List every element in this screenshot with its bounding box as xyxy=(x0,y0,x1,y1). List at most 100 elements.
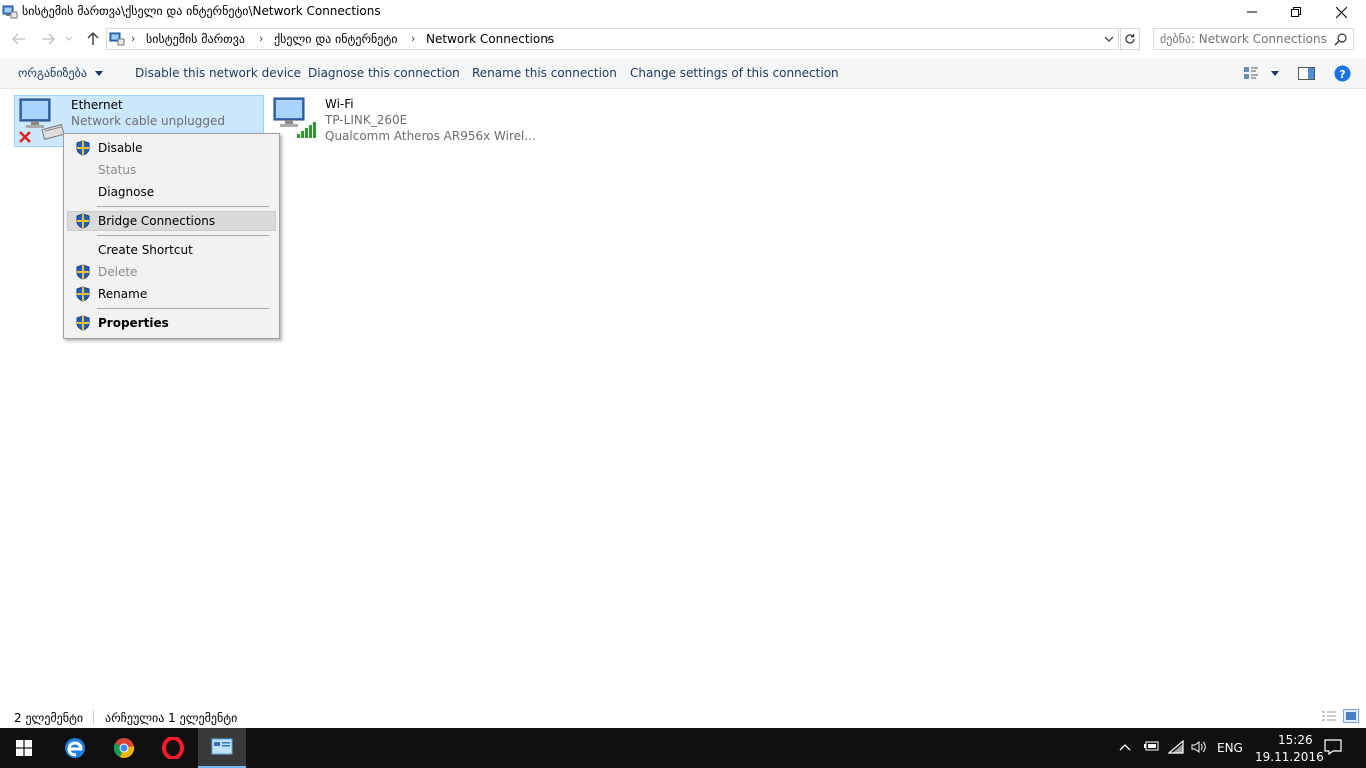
wifi-connection-item[interactable]: Wi-Fi TP-LINK_260E Qualcomm Atheros AR95… xyxy=(268,95,536,147)
uac-shield-icon xyxy=(76,140,90,156)
menu-item-label: Diagnose xyxy=(98,185,155,199)
network-connections-app-icon xyxy=(2,5,18,19)
minimize-button[interactable] xyxy=(1229,0,1275,24)
breadcrumb-separator[interactable]: › xyxy=(411,32,415,45)
close-button[interactable] xyxy=(1318,0,1364,24)
organize-button[interactable]: ორგანიზება xyxy=(18,66,103,80)
arrow-up-icon xyxy=(87,32,99,45)
clock-date[interactable]: 19.11.2016 xyxy=(1255,750,1324,764)
selected-count: არჩეულია 1 ელემენტი xyxy=(105,711,238,725)
help-button[interactable]: ? xyxy=(1334,64,1351,82)
menu-item-label: Create Shortcut xyxy=(98,243,193,257)
speaker-icon xyxy=(1191,741,1206,753)
tray-battery[interactable] xyxy=(1143,740,1159,755)
recent-locations-button[interactable] xyxy=(62,29,76,49)
menu-item-diagnose[interactable]: Diagnose xyxy=(67,182,276,202)
connection-status: Network cable unplugged xyxy=(71,114,226,128)
taskbar-opera[interactable] xyxy=(149,728,197,768)
signal-strength-icon xyxy=(297,122,316,138)
battery-icon xyxy=(1144,741,1159,751)
menu-item-status[interactable]: Status xyxy=(67,160,276,180)
input-language[interactable]: ENG xyxy=(1217,741,1243,755)
menu-separator xyxy=(97,206,269,207)
title-bar: სისტემის მართვა\ქსელი და ინტერნეტი\Netwo… xyxy=(0,0,1366,24)
connection-adapter: Qualcomm Atheros AR956x Wirel... xyxy=(325,129,536,143)
menu-item-label: Delete xyxy=(98,265,138,279)
breadcrumb-separator[interactable]: › xyxy=(259,32,263,45)
connection-network: TP-LINK_260E xyxy=(325,113,408,127)
menu-item-label: Disable xyxy=(98,141,143,155)
disconnected-x-icon xyxy=(19,131,31,143)
connection-name: Wi-Fi xyxy=(325,97,354,111)
restore-icon xyxy=(1291,7,1301,17)
control-panel-app-icon xyxy=(211,738,233,755)
menu-item-label: Bridge Connections xyxy=(98,214,216,228)
menu-separator xyxy=(97,308,269,309)
disable-device-button[interactable]: Disable this network device xyxy=(135,66,301,80)
window-title: სისტემის მართვა\ქსელი და ინტერნეტი\Netwo… xyxy=(22,4,381,18)
tray-network[interactable] xyxy=(1167,739,1184,757)
chrome-browser-icon xyxy=(113,738,135,758)
action-center-button[interactable] xyxy=(1324,739,1342,758)
search-icon[interactable] xyxy=(1334,32,1348,46)
back-button[interactable] xyxy=(9,29,29,49)
connection-name: Ethernet xyxy=(71,98,123,112)
status-divider xyxy=(93,710,94,724)
taskbar-edge[interactable] xyxy=(51,728,99,768)
opera-browser-icon xyxy=(162,737,184,759)
start-button[interactable] xyxy=(0,728,48,768)
tray-volume[interactable] xyxy=(1191,740,1207,757)
taskbar-chrome[interactable] xyxy=(100,728,148,768)
menu-item-disable[interactable]: Disable xyxy=(67,138,276,158)
preview-pane-icon xyxy=(1298,66,1315,80)
item-count: 2 ელემენტი xyxy=(14,711,84,725)
menu-item-rename[interactable]: Rename xyxy=(67,284,276,304)
details-view-button[interactable] xyxy=(1321,710,1337,726)
preview-pane-button[interactable] xyxy=(1298,64,1315,82)
address-history-button[interactable] xyxy=(1100,29,1118,49)
chevron-up-icon xyxy=(1119,744,1131,751)
menu-item-properties[interactable]: Properties xyxy=(67,313,276,333)
menu-item-bridge-connections[interactable]: Bridge Connections xyxy=(67,211,276,231)
address-bar[interactable] xyxy=(106,28,1119,50)
edge-browser-icon xyxy=(65,738,85,758)
show-hidden-icons-button[interactable] xyxy=(1119,740,1131,754)
arrow-left-icon xyxy=(12,33,25,45)
close-icon xyxy=(1335,6,1347,18)
chevron-down-icon xyxy=(1104,36,1114,42)
windows-logo-icon xyxy=(16,740,32,756)
large-icons-view-button[interactable] xyxy=(1343,709,1359,723)
breadcrumb-separator[interactable]: › xyxy=(131,32,135,45)
change-settings-button[interactable]: Change settings of this connection xyxy=(630,66,839,80)
menu-item-create-shortcut[interactable]: Create Shortcut xyxy=(67,240,276,260)
search-input[interactable] xyxy=(1160,31,1328,47)
chevron-down-icon xyxy=(1271,70,1279,76)
notifications-icon xyxy=(1324,739,1342,756)
search-box[interactable] xyxy=(1153,28,1354,50)
breadcrumb-network-connections[interactable]: Network Connections xyxy=(426,32,554,46)
clock-time[interactable]: 15:26 xyxy=(1278,733,1313,747)
large-icons-view-icon xyxy=(1346,712,1356,720)
refresh-button[interactable] xyxy=(1120,28,1140,50)
breadcrumb-control-panel[interactable]: სისტემის მართვა xyxy=(146,32,245,46)
view-options-icon xyxy=(1244,67,1258,79)
diagnose-connection-button[interactable]: Diagnose this connection xyxy=(308,66,460,80)
forward-button[interactable] xyxy=(38,29,58,49)
minimize-icon xyxy=(1247,11,1257,13)
rename-connection-button[interactable]: Rename this connection xyxy=(472,66,617,80)
taskbar-control-panel[interactable] xyxy=(198,728,246,768)
menu-item-delete[interactable]: Delete xyxy=(67,262,276,282)
breadcrumb-network-internet[interactable]: ქსელი და ინტერნეტი xyxy=(274,32,397,46)
uac-shield-icon xyxy=(76,286,90,302)
details-view-icon xyxy=(1322,711,1336,721)
uac-shield-icon xyxy=(76,213,90,229)
change-view-button[interactable] xyxy=(1243,64,1279,82)
control-panel-icon xyxy=(109,32,125,46)
up-button[interactable] xyxy=(83,29,103,49)
menu-item-label: Rename xyxy=(98,287,148,301)
breadcrumb-separator[interactable]: › xyxy=(546,32,550,45)
uac-shield-icon xyxy=(76,264,90,280)
restore-button[interactable] xyxy=(1273,0,1319,24)
menu-item-label: Properties xyxy=(98,316,169,330)
wifi-icon xyxy=(1167,739,1184,754)
